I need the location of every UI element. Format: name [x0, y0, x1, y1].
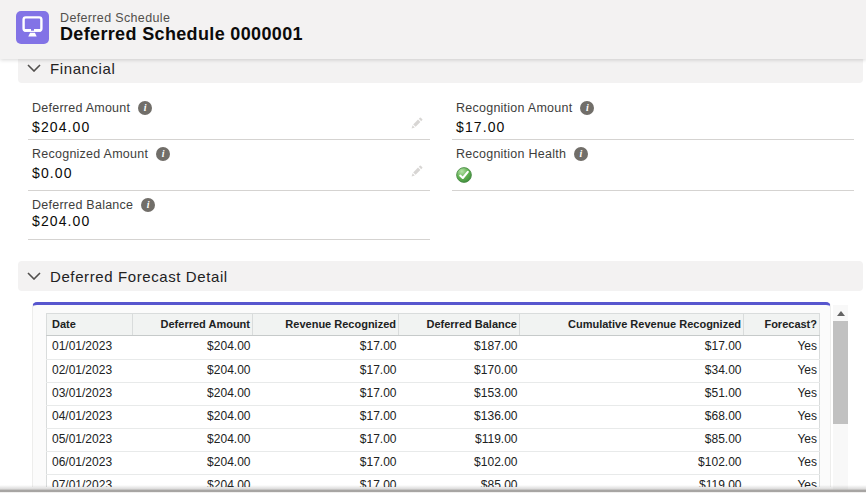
cell-revenue-recognized: $17.00: [253, 452, 399, 475]
cell-deferred-amount: $204.00: [133, 360, 253, 383]
cell-deferred-amount: $204.00: [133, 406, 253, 429]
cell-date: 04/01/2023: [47, 406, 133, 429]
desktop-icon: [16, 11, 49, 44]
forecast-table-card: Date Deferred Amount Revenue Recognized …: [32, 302, 831, 487]
forecast-table: Date Deferred Amount Revenue Recognized …: [46, 313, 820, 487]
cell-cumulative-revenue-recognized: $102.00: [520, 452, 744, 475]
cell-cumulative-revenue-recognized: $68.00: [520, 406, 744, 429]
cell-deferred-amount: $204.00: [133, 429, 253, 452]
cell-revenue-recognized: $17.00: [253, 406, 399, 429]
cell-deferred-balance: $187.00: [399, 335, 520, 360]
cell-cumulative-revenue-recognized: $85.00: [520, 429, 744, 452]
info-icon[interactable]: i: [141, 198, 155, 212]
edit-pencil-icon[interactable]: [410, 165, 423, 178]
section-header-deferred-forecast-detail[interactable]: Deferred Forecast Detail: [18, 261, 863, 291]
health-check-icon: [456, 167, 472, 183]
page-title: Deferred Schedule 0000001: [60, 25, 303, 43]
cell-cumulative-revenue-recognized: $34.00: [520, 360, 744, 383]
cell-deferred-balance: $102.00: [399, 452, 520, 475]
cell-forecast: Yes: [744, 406, 820, 429]
cell-revenue-recognized: $17.00: [253, 383, 399, 406]
cell-forecast: Yes: [744, 360, 820, 383]
field-value: $17.00: [452, 118, 854, 137]
field-label: Deferred Amount: [28, 102, 130, 115]
edit-pencil-icon[interactable]: [410, 117, 423, 130]
record-type-label: Deferred Schedule: [60, 11, 170, 25]
col-header-date: Date: [47, 314, 133, 336]
field-label: Recognized Amount: [28, 148, 148, 161]
field-value: $204.00: [28, 212, 430, 231]
col-header-deferred-balance: Deferred Balance: [399, 314, 520, 336]
cell-deferred-balance: $170.00: [399, 360, 520, 383]
cell-date: 01/01/2023: [47, 335, 133, 360]
field-label-row: Recognized Amount i: [28, 147, 430, 161]
cell-deferred-balance: $119.00: [399, 429, 520, 452]
field-label-row: Deferred Amount i: [28, 101, 430, 115]
field-recognized-amount: Recognized Amount i $0.00: [28, 140, 430, 191]
table-row: 06/01/2023 $204.00 $17.00 $102.00 $102.0…: [47, 452, 820, 475]
cell-revenue-recognized: $17.00: [253, 360, 399, 383]
cell-forecast: Yes: [744, 335, 820, 360]
col-header-cumulative-revenue-recognized: Cumulative Revenue Recognized: [520, 314, 744, 336]
cell-forecast: Yes: [744, 429, 820, 452]
cell-deferred-amount: $204.00: [133, 335, 253, 360]
field-recognition-amount: Recognition Amount i $17.00: [452, 97, 854, 140]
col-header-deferred-amount: Deferred Amount: [133, 314, 253, 336]
scrollbar-up-button[interactable]: [833, 305, 848, 320]
table-vertical-scrollbar[interactable]: [833, 305, 848, 493]
chevron-down-icon: [27, 272, 41, 280]
cell-deferred-balance: $136.00: [399, 406, 520, 429]
section-title: Deferred Forecast Detail: [50, 268, 228, 285]
cell-deferred-balance: $153.00: [399, 383, 520, 406]
field-label: Recognition Health: [452, 148, 566, 161]
col-header-revenue-recognized: Revenue Recognized: [253, 314, 399, 336]
field-label-row: Deferred Balance i: [28, 198, 430, 212]
chevron-down-icon: [27, 64, 41, 72]
table-row: 02/01/2023 $204.00 $17.00 $170.00 $34.00…: [47, 360, 820, 383]
table-header-row: Date Deferred Amount Revenue Recognized …: [47, 314, 820, 336]
info-icon[interactable]: i: [580, 101, 594, 115]
field-value: $0.00: [28, 164, 430, 183]
record-entity-icon: [16, 11, 49, 44]
cell-forecast: Yes: [744, 383, 820, 406]
cell-deferred-amount: $204.00: [133, 383, 253, 406]
field-value: $204.00: [28, 118, 430, 137]
cell-date: 06/01/2023: [47, 452, 133, 475]
scroll-up-arrow-icon: [837, 311, 845, 316]
cell-forecast: Yes: [744, 452, 820, 475]
table-row: 01/01/2023 $204.00 $17.00 $187.00 $17.00…: [47, 335, 820, 360]
page: Financial Deferred Amount i $204.00 Reco…: [0, 0, 866, 493]
cell-revenue-recognized: $17.00: [253, 335, 399, 360]
cell-date: 05/01/2023: [47, 429, 133, 452]
table-row: 03/01/2023 $204.00 $17.00 $153.00 $51.00…: [47, 383, 820, 406]
info-icon[interactable]: i: [138, 101, 152, 115]
info-icon[interactable]: i: [574, 147, 588, 161]
cell-date: 02/01/2023: [47, 360, 133, 383]
scrollbar-thumb[interactable]: [833, 321, 848, 424]
table-row: 04/01/2023 $204.00 $17.00 $136.00 $68.00…: [47, 406, 820, 429]
cell-cumulative-revenue-recognized: $17.00: [520, 335, 744, 360]
field-label: Deferred Balance: [28, 199, 133, 212]
section-title: Financial: [50, 60, 115, 77]
field-label-row: Recognition Health i: [452, 147, 854, 161]
field-deferred-amount: Deferred Amount i $204.00: [28, 97, 430, 140]
field-deferred-balance: Deferred Balance i $204.00: [28, 191, 430, 240]
utility-bar-edge: [0, 485, 866, 493]
field-label-row: Recognition Amount i: [452, 101, 854, 115]
info-icon[interactable]: i: [156, 147, 170, 161]
cell-cumulative-revenue-recognized: $51.00: [520, 383, 744, 406]
field-recognition-health: Recognition Health i: [452, 140, 854, 191]
table-row: 05/01/2023 $204.00 $17.00 $119.00 $85.00…: [47, 429, 820, 452]
cell-date: 03/01/2023: [47, 383, 133, 406]
field-label: Recognition Amount: [452, 102, 572, 115]
col-header-forecast: Forecast?: [744, 314, 820, 336]
cell-deferred-amount: $204.00: [133, 452, 253, 475]
page-header: Deferred Schedule Deferred Schedule 0000…: [0, 0, 866, 59]
cell-revenue-recognized: $17.00: [253, 429, 399, 452]
